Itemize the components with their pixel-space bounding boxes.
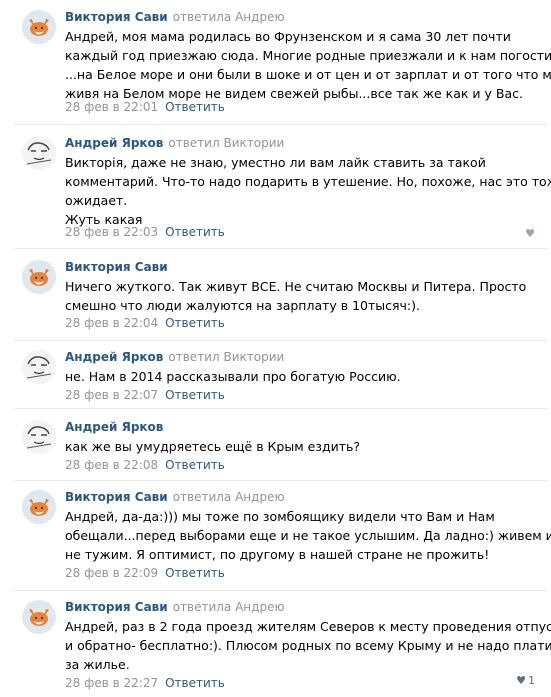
fox-icon — [22, 10, 56, 44]
divider — [14, 590, 547, 591]
like-button[interactable]: ♥ 1 — [516, 674, 535, 687]
reply-button[interactable]: Ответить — [165, 316, 225, 330]
comment-date[interactable]: 28 фев в 22:27 — [65, 676, 158, 690]
reply-button[interactable]: Ответить — [165, 676, 225, 690]
comment-text: Андрей, да-да:))) мы тоже по зомбоящику … — [65, 509, 551, 562]
comment-text: не. Нам в 2014 рассказывали про богатую … — [65, 369, 401, 384]
comment-date[interactable]: 28 фев в 22:07 — [65, 388, 158, 402]
author-name[interactable]: Андрей Ярков — [65, 350, 163, 364]
comment-text: как же вы умудряетесь ещё в Крым ездить? — [65, 439, 361, 454]
avatar[interactable] — [22, 600, 56, 634]
comment-date[interactable]: 28 фев в 22:01 — [65, 100, 158, 114]
heart-icon: ♥ — [525, 227, 535, 240]
fox-icon — [22, 490, 56, 524]
reply-target[interactable]: ответил Виктории — [168, 136, 284, 150]
sketch-face-icon — [22, 350, 56, 384]
reply-button[interactable]: Ответить — [165, 100, 225, 114]
divider — [14, 340, 547, 341]
reply-button[interactable]: Ответить — [165, 566, 225, 580]
comment-date[interactable]: 28 фев в 22:09 — [65, 566, 158, 580]
author-name[interactable]: Андрей Ярков — [65, 136, 163, 150]
reply-button[interactable]: Ответить — [165, 225, 225, 239]
divider — [14, 248, 547, 249]
fox-icon — [22, 600, 56, 634]
reply-target[interactable]: ответил Виктории — [168, 350, 284, 364]
divider — [14, 408, 547, 409]
avatar[interactable] — [22, 490, 56, 524]
like-button[interactable]: ♥ — [525, 227, 535, 240]
author-name[interactable]: Андрей Ярков — [65, 420, 163, 434]
fox-icon — [22, 260, 56, 294]
sketch-face-icon — [22, 136, 56, 170]
like-count: 1 — [528, 674, 535, 687]
avatar[interactable] — [22, 350, 56, 384]
comment-text: Андрей, раз в 2 года проезд жителям Севе… — [65, 619, 551, 672]
reply-button[interactable]: Ответить — [165, 458, 225, 472]
comment-text: Андрей, моя мама родилась во Фрунзенском… — [65, 29, 551, 101]
author-name[interactable]: Виктория Сави — [65, 10, 168, 24]
divider — [14, 124, 547, 125]
divider — [14, 480, 547, 481]
comment-date[interactable]: 28 фев в 22:04 — [65, 316, 158, 330]
comment-date[interactable]: 28 фев в 22:03 — [65, 225, 158, 239]
heart-icon: ♥ — [516, 674, 526, 687]
reply-target[interactable]: ответила Андрею — [173, 600, 285, 614]
sketch-face-icon — [22, 420, 56, 454]
avatar[interactable] — [22, 260, 56, 294]
comment-text: Ничего жуткого. Так живут ВСЕ. Не считаю… — [65, 279, 527, 313]
comment-date[interactable]: 28 фев в 22:08 — [65, 458, 158, 472]
author-name[interactable]: Виктория Сави — [65, 260, 168, 274]
author-name[interactable]: Виктория Сави — [65, 600, 168, 614]
avatar[interactable] — [22, 420, 56, 454]
comment-text: Викторія, даже не знаю, уместно ли вам л… — [65, 155, 551, 227]
avatar[interactable] — [22, 136, 56, 170]
author-name[interactable]: Виктория Сави — [65, 490, 168, 504]
reply-target[interactable]: ответила Андрею — [173, 490, 285, 504]
avatar[interactable] — [22, 10, 56, 44]
reply-button[interactable]: Ответить — [165, 388, 225, 402]
reply-target[interactable]: ответила Андрею — [173, 10, 285, 24]
